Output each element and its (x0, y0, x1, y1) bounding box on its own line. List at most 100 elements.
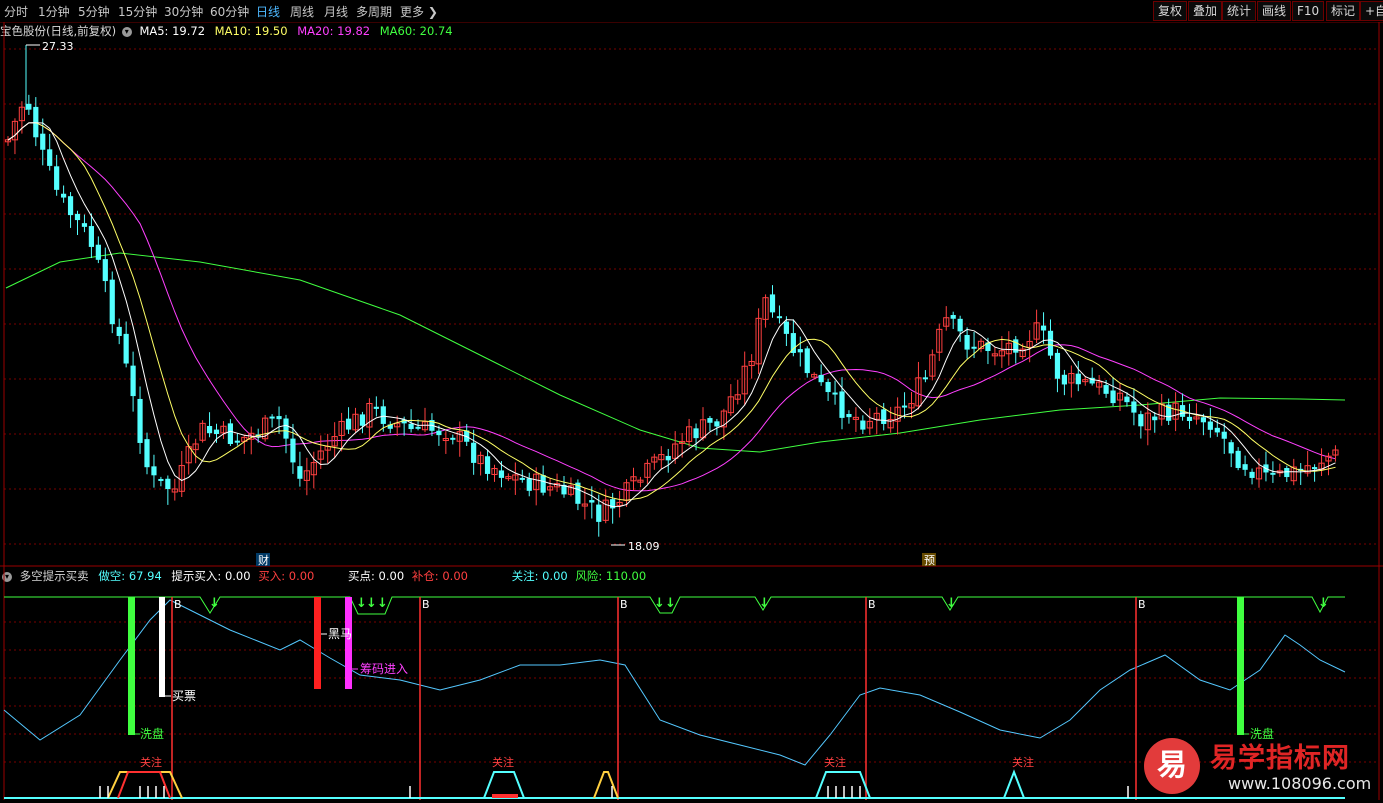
candle-body-down (137, 398, 143, 443)
candle-body-down (109, 279, 115, 325)
signal-guanzhu-2: 关注 (492, 755, 514, 769)
candle-body-down (290, 438, 296, 463)
candle-body-down (519, 477, 525, 480)
candle-body-down (40, 133, 46, 150)
candle-body-down (88, 226, 94, 247)
candle-body-down (922, 377, 928, 380)
candle-body-down (901, 405, 908, 408)
candle-body-down (665, 455, 671, 461)
candle-body-down (1284, 468, 1290, 478)
candle-body-down (1061, 374, 1067, 385)
ma10-path (7, 122, 1336, 501)
candle-body-down (283, 418, 289, 439)
candle-body-down (1131, 401, 1137, 413)
candle-body-down (227, 423, 233, 444)
signal-guanzhu-4: 关注 (1012, 755, 1034, 769)
candle-body-down (213, 429, 220, 434)
candle-body-down (1138, 414, 1144, 427)
ma5-line (7, 122, 1336, 508)
candle-body-down (1054, 352, 1061, 379)
candle-body-down (1221, 431, 1227, 439)
candle-body-down (276, 416, 282, 420)
candle-body-down (776, 316, 783, 319)
candle-body-down (526, 478, 532, 491)
candle-body-down (206, 426, 213, 434)
watermark-logo: 易 (1144, 738, 1200, 794)
candle-body-down (1235, 450, 1241, 468)
down-arrow-icon: ↓ (759, 596, 770, 611)
candlesticks (4, 44, 1339, 546)
candle-body-down (81, 223, 88, 227)
candle-body-down (1249, 471, 1255, 478)
candle-body-down (797, 349, 803, 353)
candle-body-down (589, 500, 595, 503)
heima-bar (314, 597, 321, 689)
candle-body-down (804, 348, 810, 374)
ma60-path (5, 252, 1346, 453)
candle-body-down (484, 456, 491, 474)
guanzhu-shape-red (117, 771, 171, 799)
down-arrow-icon: ↓ (654, 596, 665, 611)
signal-maipiao: 买票 (172, 689, 196, 703)
down-arrow-icon: ↓ (209, 596, 220, 611)
candle-body-down (144, 439, 150, 468)
down-arrow-icon: ↓ (665, 596, 676, 611)
signal-chouma: 筹码进入 (360, 662, 408, 676)
candle-body-down (151, 466, 157, 476)
candle-body-down (450, 437, 456, 440)
candle-body-down (846, 414, 852, 418)
candle-body-down (957, 318, 963, 332)
ma20-line (7, 122, 1336, 492)
candle-body-down (825, 381, 831, 393)
candle-body-down (67, 196, 74, 216)
candle-body-down (26, 103, 32, 110)
candle-body-down (380, 406, 386, 424)
candle-body-down (769, 294, 776, 313)
b-signal-label: B (1138, 598, 1146, 611)
candle-body-down (1124, 396, 1130, 403)
candle-body-down (1075, 373, 1081, 385)
watermark-name: 易学指标网 (1210, 743, 1350, 774)
candle-body-down (971, 346, 977, 349)
candle-body-down (269, 416, 275, 419)
signal-guanzhu-1: 关注 (140, 755, 162, 769)
chouma-bar (345, 597, 352, 689)
candle-body-down (1186, 416, 1193, 422)
yu-marker[interactable]: 预 (924, 554, 935, 567)
candle-body-down (33, 106, 39, 138)
down-arrow-icon: ↓ (366, 596, 377, 611)
signal-xipan-1: 洗盘 (140, 726, 164, 741)
candle-body-down (1207, 421, 1213, 430)
candle-body-down (1047, 330, 1054, 356)
xipan-bar (1237, 597, 1244, 735)
candle-body-down (1040, 325, 1047, 331)
candle-body-down (54, 166, 60, 190)
candle-body-down (415, 426, 421, 429)
guanzhu-fill (492, 794, 518, 798)
b-signal-label: B (174, 598, 182, 611)
candle-body-down (234, 440, 240, 443)
candle-body-down (1200, 417, 1206, 423)
kline-chart[interactable]: ↓ ↓ ↓ ↓ ↓ ↓ ↓ ↓ ↓B B B B B 27.33 18.09 财 预 洗盘 洗盘 买票 … (0, 0, 1383, 803)
candle-body-down (165, 478, 171, 490)
ma5-path (7, 122, 1336, 508)
candle-body-down (540, 475, 546, 493)
maipiao-bar (159, 597, 165, 697)
price-low-label: 18.09 (628, 540, 660, 553)
candle-body-down (74, 213, 81, 221)
candle-body-down (714, 421, 720, 427)
signal-guanzhu-3: 关注 (824, 755, 846, 769)
candle-body-down (297, 466, 303, 479)
candle-body-down (1110, 390, 1116, 404)
candle-body-down (345, 418, 352, 430)
cai-marker[interactable]: 财 (258, 553, 269, 567)
down-arrow-icon: ↓ (1318, 596, 1329, 611)
signal-heima: 黑马 (328, 627, 352, 641)
candle-body-down (818, 374, 824, 383)
candle-body-down (693, 428, 699, 439)
candle-body-down (839, 391, 845, 418)
candle-body-down (783, 321, 789, 334)
price-high-label: 27.33 (42, 40, 74, 53)
candle-body-down (498, 470, 505, 478)
candle-body-down (1312, 467, 1318, 470)
